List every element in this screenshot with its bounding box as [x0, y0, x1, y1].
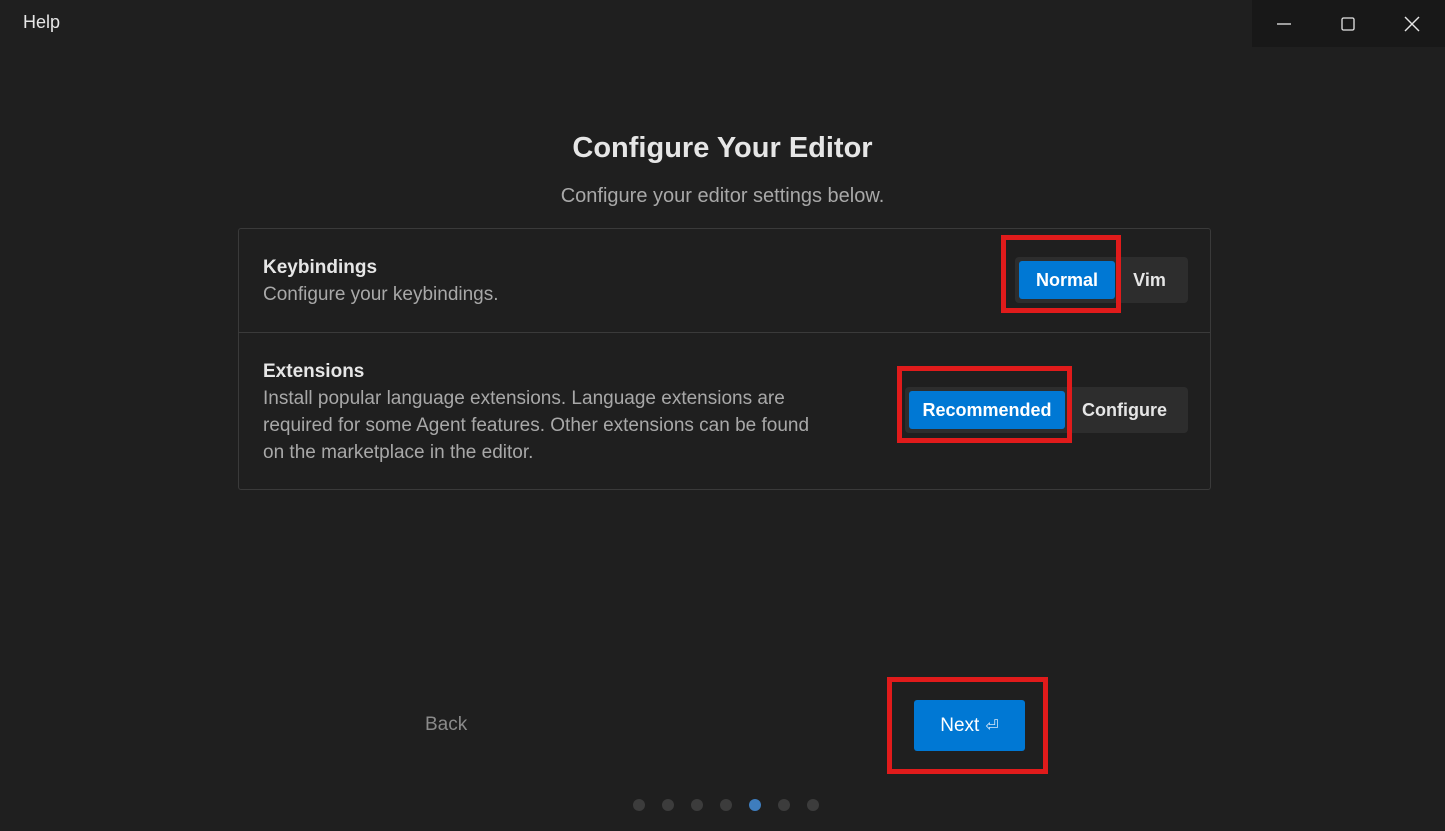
- next-button-label: Next: [940, 714, 980, 736]
- progress-dot-active: [749, 799, 761, 811]
- progress-dot: [662, 799, 674, 811]
- progress-dot: [691, 799, 703, 811]
- next-button[interactable]: Next ⏎: [914, 700, 1025, 751]
- help-menu[interactable]: Help: [23, 12, 60, 33]
- keybindings-normal-button[interactable]: Normal: [1019, 261, 1115, 299]
- extensions-row: Extensions Install popular language exte…: [239, 333, 1210, 490]
- keybindings-toggle: Normal Vim: [1015, 257, 1188, 303]
- enter-key-icon: ⏎: [985, 717, 999, 735]
- keybindings-row: Keybindings Configure your keybindings. …: [239, 229, 1210, 333]
- progress-dot: [633, 799, 645, 811]
- progress-dot: [720, 799, 732, 811]
- progress-dot: [778, 799, 790, 811]
- window-controls: [1252, 0, 1445, 47]
- keybindings-vim-button[interactable]: Vim: [1115, 261, 1184, 299]
- extensions-recommended-button[interactable]: Recommended: [909, 391, 1065, 429]
- maximize-icon: [1341, 16, 1355, 31]
- back-button[interactable]: Back: [425, 714, 467, 736]
- minimize-button[interactable]: [1252, 0, 1316, 47]
- minimize-icon: [1277, 22, 1291, 25]
- close-icon: [1404, 16, 1420, 31]
- keybindings-title: Keybindings: [263, 257, 378, 278]
- extensions-configure-button[interactable]: Configure: [1065, 391, 1184, 429]
- progress-dots: [633, 799, 819, 811]
- progress-dot: [807, 799, 819, 811]
- close-button[interactable]: [1380, 0, 1444, 47]
- keybindings-description: Configure your keybindings.: [263, 284, 499, 305]
- extensions-title: Extensions: [263, 361, 365, 382]
- page-title: Configure Your Editor: [572, 132, 873, 164]
- extensions-toggle: Recommended Configure: [905, 387, 1188, 433]
- maximize-button[interactable]: [1316, 0, 1380, 47]
- page-subtitle: Configure your editor settings below.: [560, 185, 885, 207]
- extensions-description: Install popular language extensions. Lan…: [263, 388, 810, 463]
- onboarding-window: Help Configure Your Editor Configure you…: [0, 0, 1445, 831]
- settings-card: Keybindings Configure your keybindings. …: [238, 228, 1211, 490]
